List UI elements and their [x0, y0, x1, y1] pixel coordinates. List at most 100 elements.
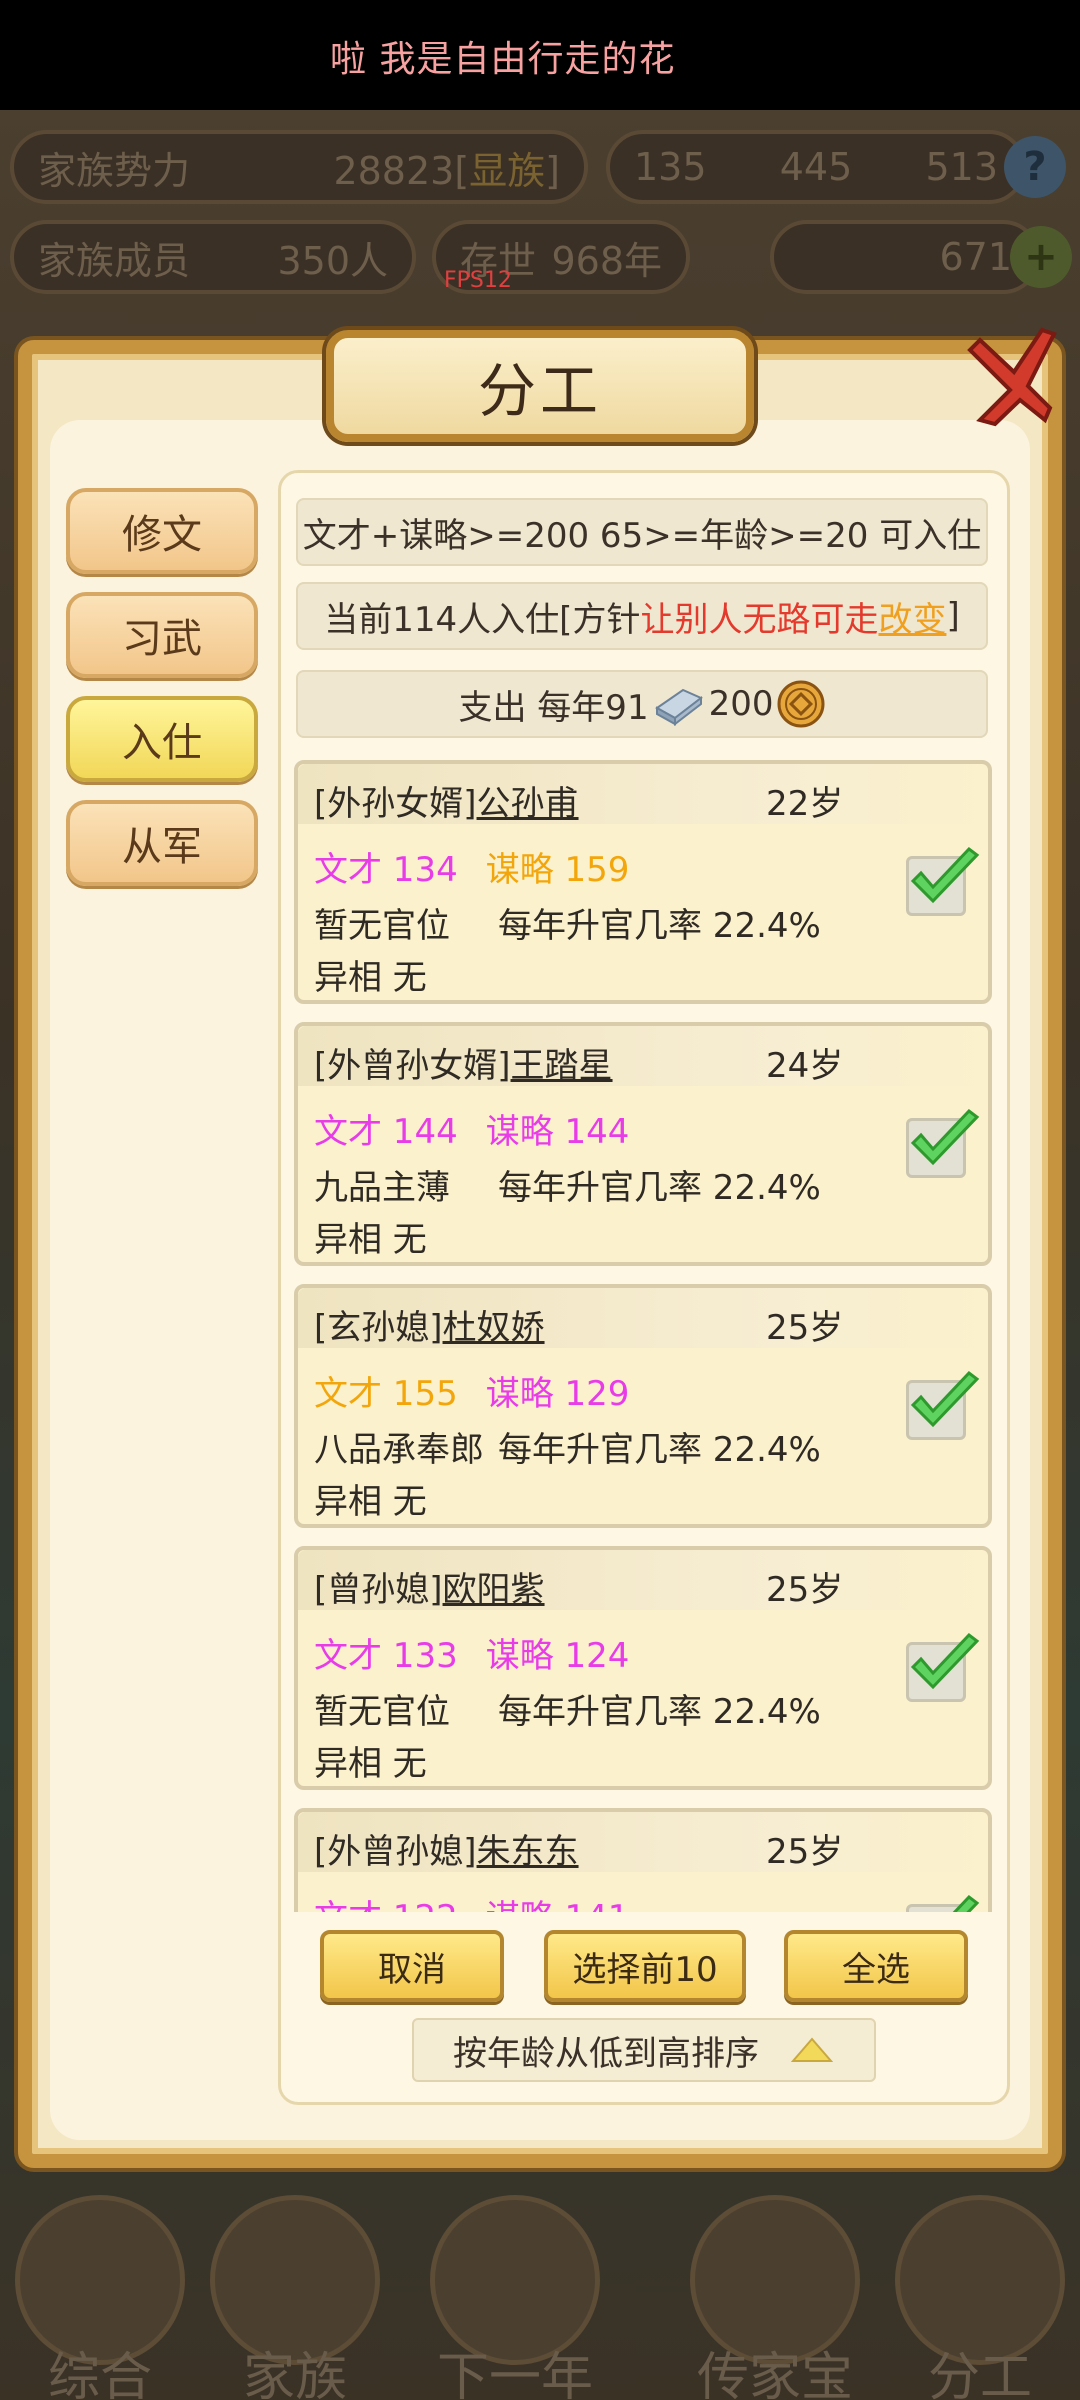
checkmark-icon — [910, 846, 980, 904]
member-feature: 异相 无 — [314, 1482, 427, 1522]
member-moulue: 谋略 144 — [485, 1112, 630, 1152]
nav-item-overview[interactable]: 综合 — [5, 2195, 195, 2400]
member-moulue: 谋略 159 — [485, 850, 630, 890]
family-power-label: 家族势力 — [38, 148, 191, 193]
nav-item-heirloom[interactable]: 传家宝 — [680, 2195, 870, 2400]
member-promotion-rate: 每年升官几率 22.4% — [498, 906, 821, 946]
family-rank: 显族 — [469, 148, 546, 193]
category-congjun-button[interactable]: 从军 — [66, 800, 258, 886]
member-moulue: 谋略 129 — [485, 1374, 630, 1414]
member-name[interactable]: 王踏星 — [511, 1046, 613, 1086]
cancel-label: 取消 — [378, 1949, 446, 1990]
member-checkbox[interactable] — [906, 1894, 980, 1912]
current-prefix: 当前114人入仕[方针 — [324, 599, 641, 640]
requirement-text: 文才+谋略>=200 65>=年龄>=20 可入仕 — [302, 515, 982, 556]
select-all-label: 全选 — [842, 1949, 910, 1990]
member-checkbox[interactable] — [906, 1370, 980, 1440]
member-moulue: 谋略 141 — [486, 1898, 630, 1912]
cancel-button[interactable]: 取消 — [320, 1930, 504, 2002]
family-members-pill: 家族成员 350人 — [10, 220, 416, 294]
member-name[interactable]: 公孙甫 — [477, 784, 579, 824]
member-card[interactable]: [外曾孙女婿]王踏星 24岁 文才 144 谋略 144 九品主薄 每年升官几率 22.4… — [294, 1022, 992, 1266]
sort-dropdown[interactable]: 按年龄从低到高排序 — [412, 2018, 876, 2082]
expense-bar: 支出 每年91 200 — [296, 670, 988, 738]
category-label: 入仕 — [122, 720, 202, 766]
change-policy-link[interactable]: 改变 — [878, 592, 946, 641]
member-name-line: [外孙女婿]公孙甫 — [314, 776, 579, 825]
select-top10-label: 选择前10 — [572, 1949, 718, 1990]
family-power-value: 28823 — [333, 148, 455, 193]
member-name[interactable]: 欧阳紫 — [443, 1570, 545, 1610]
help-icon[interactable]: ? — [1004, 136, 1066, 198]
category-label: 习武 — [122, 616, 202, 662]
member-list[interactable]: [外孙女婿]公孙甫 22岁 文才 134 谋略 159 暂无官位 每年升官几率 22.4%… — [294, 760, 992, 1912]
category-label: 从军 — [122, 824, 202, 870]
select-all-button[interactable]: 全选 — [784, 1930, 968, 2002]
family-members-label: 家族成员 — [38, 238, 191, 283]
member-age: 25岁 — [766, 1570, 844, 1610]
nav-label: 传家宝 — [696, 2348, 853, 2400]
nav-label: 综合 — [47, 2348, 152, 2400]
member-name-line: [外曾孙女婿]王踏星 — [314, 1038, 613, 1087]
select-top10-button[interactable]: 选择前10 — [544, 1930, 746, 2002]
member-name-line: [曾孙媳]欧阳紫 — [314, 1562, 545, 1611]
member-wencai: 文才 133 — [314, 1636, 458, 1676]
add-gold-icon[interactable]: + — [1010, 226, 1072, 288]
nav-item-family[interactable]: 家族 — [200, 2195, 390, 2400]
expense-coins: 200 — [708, 684, 774, 724]
member-promotion-rate: 每年升官几率 22.4% — [498, 1692, 821, 1732]
gold-value: 671 — [939, 235, 1012, 279]
member-card[interactable]: [外曾孙媳]朱东东 25岁文才 122 谋略 141 — [294, 1808, 992, 1912]
nav-item-assignment[interactable]: 分工 — [885, 2195, 1075, 2400]
nav-item-next-year[interactable]: 下一年 — [420, 2195, 610, 2400]
member-promotion-rate: 每年升官几率 22.4% — [498, 1430, 821, 1470]
nav-label: 家族 — [242, 2348, 347, 2400]
member-feature: 异相 无 — [314, 958, 427, 998]
member-relation: [玄孙媳] — [314, 1308, 443, 1348]
member-stats: 文才 155 谋略 129 — [314, 1366, 629, 1415]
exist-value: 968年 — [551, 238, 662, 283]
member-stats: 文才 144 谋略 144 — [314, 1104, 629, 1153]
member-rank: 暂无官位 — [314, 906, 450, 946]
member-stats: 文才 133 谋略 124 — [314, 1628, 629, 1677]
member-wencai: 文才 155 — [314, 1374, 458, 1414]
member-card[interactable]: [外孙女婿]公孙甫 22岁 文才 134 谋略 159 暂无官位 每年升官几率 22.4%… — [294, 760, 992, 1004]
member-name-line: [外曾孙媳]朱东东 — [314, 1824, 579, 1873]
family-power-pill: 家族势力 28823[显族] — [10, 130, 588, 204]
member-card[interactable]: [曾孙媳]欧阳紫 25岁 文才 133 谋略 124 暂无官位 每年升官几率 22.4% 异… — [294, 1546, 992, 1790]
nav-label: 下一年 — [436, 2348, 593, 2400]
category-rushi-button[interactable]: 入仕 — [66, 696, 258, 782]
current-policy: 让别人无路可走 — [640, 599, 879, 640]
gold-pill: 671 — [770, 220, 1040, 294]
member-name[interactable]: 朱东东 — [477, 1832, 579, 1872]
resource-1: 135 — [634, 145, 707, 189]
silver-icon — [654, 688, 703, 726]
member-feature: 异相 无 — [314, 1744, 427, 1784]
member-feature: 异相 无 — [314, 1220, 427, 1260]
member-rank: 八品承奉郎 — [314, 1430, 484, 1470]
member-card[interactable]: [玄孙媳]杜奴娇 25岁 文才 155 谋略 129 八品承奉郎 每年升官几率 22.4%… — [294, 1284, 992, 1528]
nav-label: 分工 — [927, 2348, 1032, 2400]
member-name[interactable]: 杜奴娇 — [443, 1308, 545, 1348]
member-relation: [外曾孙女婿] — [314, 1046, 511, 1086]
dialog-title-plate: 分工 — [326, 330, 754, 442]
member-checkbox[interactable] — [906, 1108, 980, 1178]
close-button[interactable] — [950, 320, 1060, 430]
member-rank: 九品主薄 — [314, 1168, 450, 1208]
category-xiuwen-button[interactable]: 修文 — [66, 488, 258, 574]
category-xiwu-button[interactable]: 习武 — [66, 592, 258, 678]
checkmark-icon — [910, 1108, 980, 1166]
member-age: 24岁 — [766, 1046, 844, 1086]
fps-counter: FPS12 — [444, 268, 512, 293]
category-label: 修文 — [122, 512, 202, 558]
member-checkbox[interactable] — [906, 846, 980, 916]
resource-2: 445 — [779, 145, 853, 189]
member-name-line: [玄孙媳]杜奴娇 — [314, 1300, 545, 1349]
member-checkbox[interactable] — [906, 1632, 980, 1702]
current-status-bar: 当前114人入仕[方针 让别人无路可走 改变] — [296, 582, 988, 650]
member-relation: [外孙女婿] — [314, 784, 477, 824]
bottom-nav: 综合 家族 下一年 传家宝 分工 — [0, 2195, 1080, 2400]
dialog-title: 分工 — [477, 357, 602, 425]
member-wencai: 文才 122 — [314, 1898, 458, 1912]
checkmark-icon — [910, 1370, 980, 1428]
